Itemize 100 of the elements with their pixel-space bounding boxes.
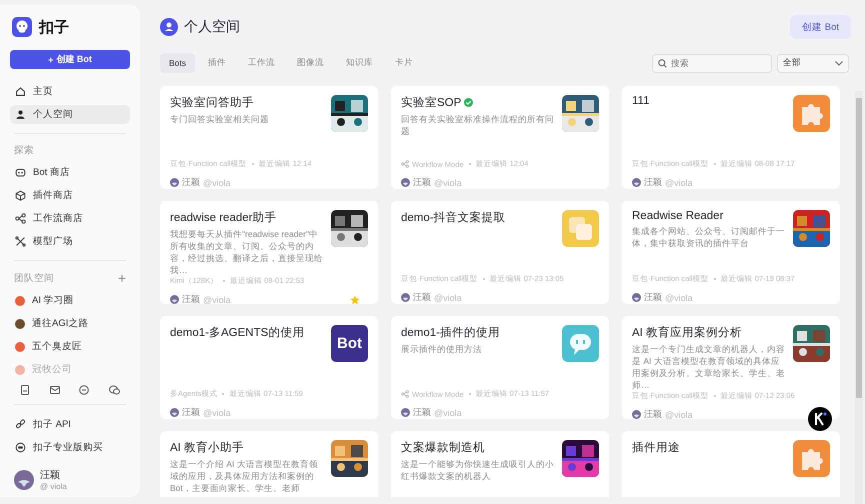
team-item[interactable]: 五个臭皮匠 xyxy=(10,337,130,356)
bot-title: AI 教育小助手 xyxy=(170,440,244,455)
separator-dot xyxy=(714,163,716,165)
floating-assistant-icon[interactable] xyxy=(808,407,832,431)
bot-title: 实验室SOP xyxy=(401,95,462,110)
nav-item[interactable]: 扣子 API xyxy=(10,415,130,434)
copy-squares-icon xyxy=(562,210,599,247)
separator-dot xyxy=(222,393,224,395)
scrollbar[interactable] xyxy=(855,91,863,504)
star-icon[interactable] xyxy=(350,294,360,304)
author-name: 汪颖 xyxy=(182,293,200,304)
puzzle-piece-icon xyxy=(793,95,830,132)
author-avatar-icon xyxy=(170,295,179,304)
author-avatar-icon xyxy=(401,293,410,302)
brand-name: 扣子 xyxy=(39,18,69,36)
author-name: 汪颖 xyxy=(182,176,200,189)
person-icon xyxy=(15,109,26,120)
nav-item[interactable]: 主页 xyxy=(10,82,130,101)
nav-item[interactable]: 模型广场 xyxy=(10,232,130,251)
puzzle-piece-icon xyxy=(793,440,830,477)
nav-item[interactable]: Bot 商店 xyxy=(10,163,130,182)
author-handle: @viola xyxy=(665,178,693,188)
bot-description: 展示插件的使用方法 xyxy=(401,343,483,355)
bot-description: 我想要每天从插件"readwise reader"中所有收集的文章、订阅、公众号的内容，经过挑选、翻译之后，直接呈现给我… xyxy=(170,228,323,276)
bot-description: 这是一个专门生成文章的机器人，内容是 AI 大语言模型在教育领域的具体应用案例及分析。文章给家长、学生、老师… xyxy=(632,343,785,391)
bot-card[interactable]: 插件用途 xyxy=(622,431,840,497)
bot-title: 111 xyxy=(632,95,650,107)
author-handle: @viola xyxy=(203,178,231,188)
author-name: 汪颖 xyxy=(182,406,200,419)
author-handle: @viola xyxy=(434,178,462,188)
separator-dot xyxy=(714,278,716,280)
author-avatar-icon xyxy=(632,178,641,187)
mail-icon[interactable] xyxy=(50,385,60,395)
separator-dot xyxy=(223,280,226,282)
create-bot-button[interactable]: + 创建 Bot xyxy=(10,50,130,69)
workflow-icon xyxy=(401,160,409,168)
user-avatar-icon[interactable] xyxy=(14,470,34,490)
author-avatar-icon xyxy=(632,410,641,419)
user-handle: @ viola xyxy=(40,482,67,491)
bot-title: 插件用途 xyxy=(632,440,680,455)
author-handle: @viola xyxy=(434,292,462,302)
section-heading: 团队空间 xyxy=(14,272,54,284)
search-field[interactable]: 搜索 xyxy=(652,54,772,72)
create-bot-button[interactable]: 创建 Bot xyxy=(790,15,851,39)
robot-face-icon xyxy=(15,167,26,178)
team-item[interactable]: AI 学习圈 xyxy=(10,291,130,310)
author-avatar-icon xyxy=(632,293,641,302)
bot-description: 专门回答实验室相关问题 xyxy=(170,113,270,125)
filter-dropdown[interactable]: 全部 xyxy=(777,54,849,72)
bot-title: demo-抖音文案提取 xyxy=(401,210,506,225)
bot-card[interactable]: AI 教育小助手 这是一个介绍 AI 大语言模型在教育领域的应用，及具体应用方法和案例的 Bot，主要面向家长、学生、老师 xyxy=(160,431,378,497)
author-avatar-icon xyxy=(401,178,410,187)
author-avatar-icon xyxy=(170,408,179,417)
user-name: 汪颖 xyxy=(40,468,61,482)
separator-dot xyxy=(252,163,254,165)
team-item[interactable]: 通往AGI之路 xyxy=(10,314,130,333)
author-name: 汪颖 xyxy=(413,176,431,189)
separator-dot xyxy=(714,395,716,397)
bot-logo-tile: Bot xyxy=(331,325,368,362)
link-icon xyxy=(15,419,26,430)
bot-description: 回答有关实验室标准操作流程的所有问题 xyxy=(401,113,554,137)
bot-title: AI 教育应用案例分析 xyxy=(632,325,742,340)
author-handle: @viola xyxy=(203,294,231,304)
document-icon[interactable] xyxy=(20,385,30,395)
separator-dot xyxy=(482,278,485,280)
separator-dot xyxy=(468,393,471,395)
author-name: 汪颖 xyxy=(644,408,662,419)
bot-title: Readwise Reader xyxy=(632,210,724,222)
bot-description: 集成各个网站、公众号、订阅邮件于一体，集中获取资讯的插件平台 xyxy=(632,225,785,249)
cube-icon xyxy=(15,190,26,201)
logo-icon xyxy=(12,17,32,37)
bot-card[interactable]: 文案爆款制造机 这是一个能够为你快速生成吸引人的小红书爆款文案的机器人 xyxy=(391,431,609,497)
person-avatar-icon xyxy=(160,18,178,36)
author-handle: @viola xyxy=(434,408,462,418)
author-avatar-icon xyxy=(401,408,410,417)
bot-description: 这是一个介绍 AI 大语言模型在教育领域的应用，及具体应用方法和案例的 Bot，主要面向家长、学生、老师 xyxy=(170,458,319,494)
nav-item[interactable]: 扣子专业版购买 xyxy=(10,438,130,457)
author-name: 汪颖 xyxy=(413,291,431,304)
nav-item[interactable]: 插件商店 xyxy=(10,186,130,205)
author-name: 汪颖 xyxy=(413,406,431,419)
bot-title: demo1-插件的使用 xyxy=(401,326,500,340)
nav-item[interactable]: 工作流商店 xyxy=(10,209,130,228)
chevron-down-icon xyxy=(835,60,843,66)
author-avatar-icon xyxy=(170,178,179,187)
bot-title: 文案爆款制造机 xyxy=(401,440,485,455)
bot-title: 实验室问答助手 xyxy=(170,95,254,110)
author-handle: @viola xyxy=(203,408,231,418)
workflow-icon xyxy=(401,390,409,398)
workflow-icon xyxy=(15,213,26,224)
home-icon xyxy=(15,86,26,97)
tab[interactable]: Bots xyxy=(160,53,196,73)
crossed-lines-icon xyxy=(15,236,26,247)
author-handle: @viola xyxy=(665,292,693,302)
author-handle: @viola xyxy=(665,410,693,419)
page-title: 个人空间 xyxy=(184,18,240,36)
search-icon xyxy=(658,58,667,68)
nav-item[interactable]: 个人空间 xyxy=(10,105,130,124)
bot-title: demo1-多AGENTS的使用 xyxy=(170,326,304,340)
author-name: 汪颖 xyxy=(644,176,662,189)
bot-title: readwise reader助手 xyxy=(170,210,276,225)
